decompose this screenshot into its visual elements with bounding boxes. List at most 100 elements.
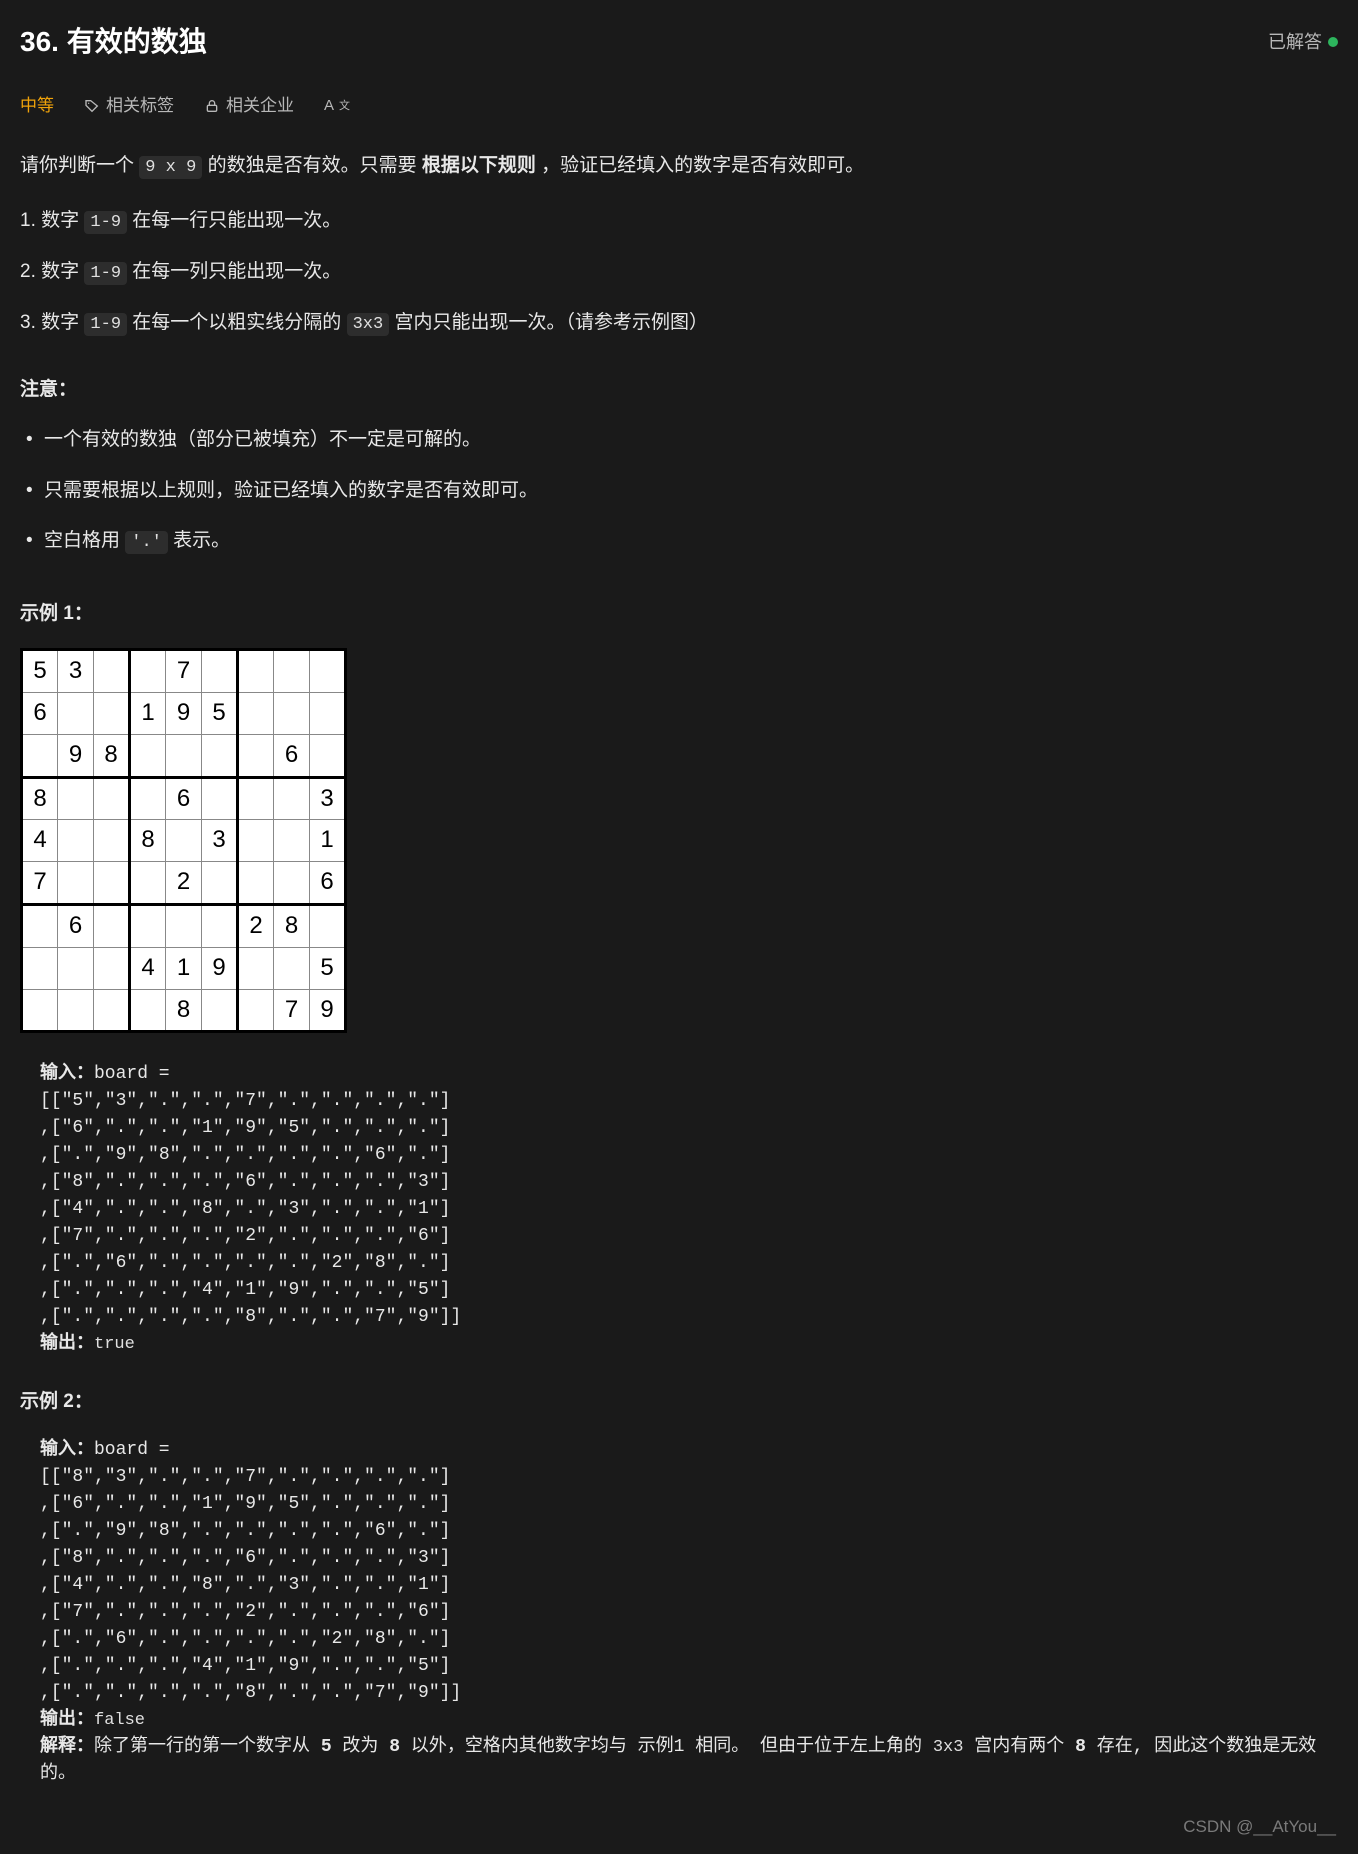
sudoku-cell	[22, 989, 58, 1032]
sudoku-cell	[274, 820, 310, 862]
sudoku-cell	[238, 947, 274, 989]
tags-label: 相关标签	[106, 92, 174, 121]
sudoku-cell	[166, 904, 202, 947]
sudoku-cell: 1	[130, 692, 166, 734]
sudoku-cell: 2	[238, 904, 274, 947]
sudoku-cell: 4	[22, 820, 58, 862]
sudoku-cell: 8	[94, 734, 130, 777]
sudoku-cell: 9	[202, 947, 238, 989]
sudoku-cell	[130, 862, 166, 905]
companies-label: 相关企业	[226, 92, 294, 121]
example1-label: 示例 1：	[20, 598, 1338, 630]
sudoku-cell: 6	[166, 777, 202, 820]
sudoku-cell	[238, 862, 274, 905]
solved-badge: 已解答	[1268, 27, 1338, 58]
sudoku-cell	[310, 904, 346, 947]
code-dot: '.'	[125, 531, 168, 554]
code-1-9: 1-9	[84, 313, 127, 336]
sudoku-cell	[94, 692, 130, 734]
example1-io: 输入：board = [["5","3",".",".","7",".","."…	[40, 1061, 1338, 1358]
sudoku-cell	[58, 820, 94, 862]
sudoku-cell: 3	[310, 777, 346, 820]
sudoku-cell	[310, 734, 346, 777]
sudoku-cell: 1	[166, 947, 202, 989]
sudoku-cell	[274, 692, 310, 734]
sudoku-cell	[94, 862, 130, 905]
sudoku-cell	[238, 692, 274, 734]
sudoku-cell	[238, 650, 274, 693]
sudoku-cell: 8	[22, 777, 58, 820]
sudoku-cell	[94, 820, 130, 862]
fontsize-label: A	[324, 93, 333, 119]
meta-row: 中等 相关标签 相关企业 A文	[20, 92, 1338, 121]
tags-button[interactable]: 相关标签	[84, 92, 174, 121]
sudoku-cell	[94, 904, 130, 947]
sudoku-cell: 5	[22, 650, 58, 693]
sudoku-cell: 3	[58, 650, 94, 693]
example2-output: false	[94, 1711, 145, 1730]
sudoku-cell	[166, 734, 202, 777]
note-item: 空白格用 '.' 表示。	[26, 525, 1338, 558]
rule-3: 3. 数字 1-9 在每一个以粗实线分隔的 3x3 宫内只能出现一次。（请参考示…	[20, 307, 1338, 340]
check-icon	[1328, 37, 1338, 47]
sudoku-cell: 6	[310, 862, 346, 905]
sudoku-cell: 6	[22, 692, 58, 734]
sudoku-grid: 537619598686348317266284195879	[20, 648, 347, 1033]
sudoku-cell	[58, 989, 94, 1032]
code-1-9: 1-9	[84, 211, 127, 234]
sudoku-cell	[274, 947, 310, 989]
sudoku-cell	[94, 947, 130, 989]
sudoku-cell	[22, 904, 58, 947]
solved-label: 已解答	[1268, 27, 1322, 58]
sudoku-cell: 9	[58, 734, 94, 777]
example1-board: [["5","3",".",".","7",".",".",".","."] ,…	[40, 1091, 461, 1327]
example1-output: true	[94, 1335, 135, 1354]
sudoku-cell	[202, 989, 238, 1032]
sudoku-cell: 7	[166, 650, 202, 693]
example2-board: [["8","3",".",".","7",".",".",".","."] ,…	[40, 1467, 461, 1703]
sudoku-cell: 6	[58, 904, 94, 947]
sudoku-cell	[238, 820, 274, 862]
sudoku-cell	[238, 989, 274, 1032]
sudoku-cell	[58, 777, 94, 820]
lock-icon	[204, 98, 220, 114]
sudoku-cell	[310, 650, 346, 693]
sudoku-cell: 5	[202, 692, 238, 734]
sudoku-cell	[274, 777, 310, 820]
rule-2: 2. 数字 1-9 在每一列只能出现一次。	[20, 256, 1338, 289]
sudoku-cell	[274, 862, 310, 905]
code-9x9: 9 x 9	[139, 156, 202, 179]
code-1-9: 1-9	[84, 262, 127, 285]
sudoku-cell	[202, 904, 238, 947]
rules-list: 1. 数字 1-9 在每一行只能出现一次。 2. 数字 1-9 在每一列只能出现…	[20, 205, 1338, 340]
sudoku-cell	[238, 734, 274, 777]
sudoku-cell	[202, 862, 238, 905]
sudoku-cell: 9	[310, 989, 346, 1032]
companies-button[interactable]: 相关企业	[204, 92, 294, 121]
sudoku-cell	[202, 650, 238, 693]
sudoku-cell	[130, 777, 166, 820]
sudoku-cell: 7	[22, 862, 58, 905]
sudoku-cell: 3	[202, 820, 238, 862]
sudoku-cell: 8	[166, 989, 202, 1032]
sudoku-cell	[58, 947, 94, 989]
sudoku-cell	[94, 650, 130, 693]
code-3x3: 3x3	[933, 1738, 964, 1757]
sudoku-cell: 8	[274, 904, 310, 947]
sudoku-cell	[130, 734, 166, 777]
sudoku-cell	[58, 862, 94, 905]
sudoku-cell	[22, 947, 58, 989]
note-item: 一个有效的数独（部分已被填充）不一定是可解的。	[26, 424, 1338, 456]
sudoku-cell	[94, 777, 130, 820]
sudoku-cell: 6	[274, 734, 310, 777]
sudoku-cell	[238, 777, 274, 820]
sudoku-cell	[310, 692, 346, 734]
sudoku-cell	[274, 650, 310, 693]
sudoku-cell	[130, 650, 166, 693]
example2-label: 示例 2：	[20, 1386, 1338, 1418]
sudoku-cell: 4	[130, 947, 166, 989]
fontsize-button[interactable]: A文	[324, 93, 349, 119]
difficulty-label: 中等	[20, 92, 54, 121]
sudoku-cell: 7	[274, 989, 310, 1032]
description: 请你判断一个 9 x 9 的数独是否有效。只需要 根据以下规则 ，验证已经填入的…	[20, 150, 1338, 183]
